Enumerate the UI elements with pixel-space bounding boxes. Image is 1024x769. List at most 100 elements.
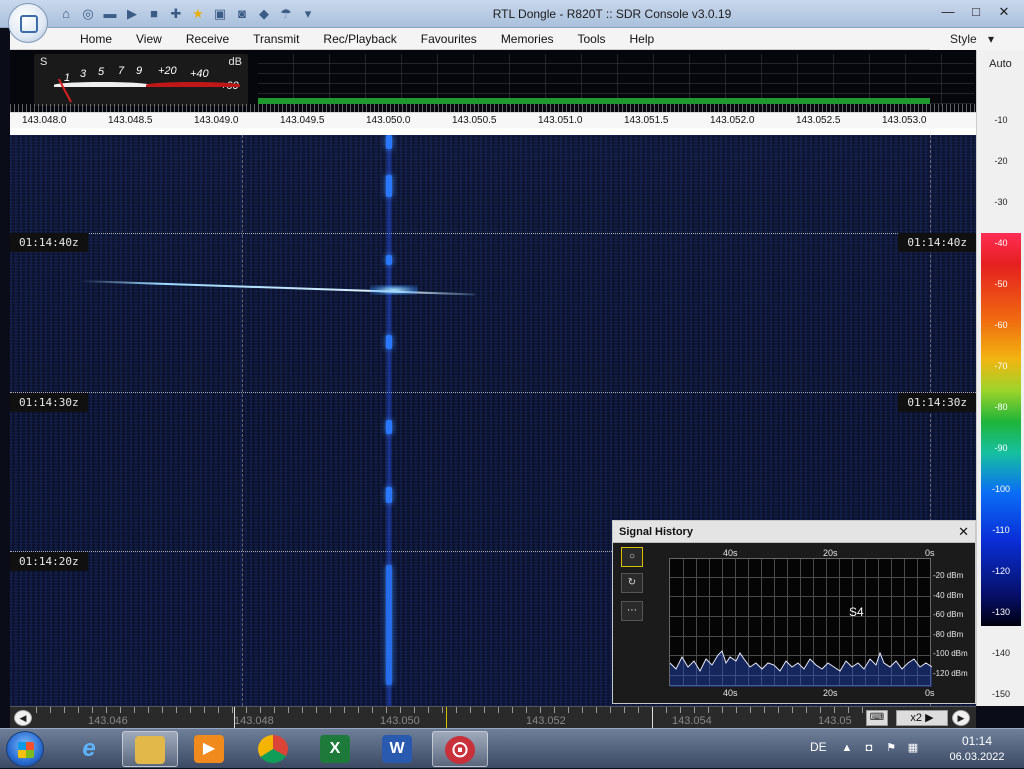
flag-icon[interactable]: ⚑	[884, 741, 898, 755]
tuner-label: 143.054	[672, 715, 712, 727]
app-logo-icon	[20, 15, 38, 33]
menu-help[interactable]: Help	[618, 28, 667, 49]
freq-tick: 143.051.0	[538, 115, 583, 126]
title-bar: ⌂ ◎ ▬ ▶ ■ ✚ ★ ▣ ◙ ◆ ☂ ▾ RTL Dongle - R82…	[0, 0, 1024, 43]
minimize-button[interactable]: —	[934, 2, 962, 22]
meter-panel: S dB 1 3 5 7 9 +20 +40 +60	[10, 50, 976, 112]
time-label-right: 01:14:30z	[898, 393, 976, 412]
taskbar: e ■ ▶ X W ⨀ DE ▲ ◘ ⚑ ▦ 01:14 06.03.2022	[0, 728, 1024, 768]
taskbar-sdr-console[interactable]: ⨀	[432, 731, 488, 767]
carrier-segment	[386, 135, 392, 149]
app-menu-button[interactable]	[8, 3, 48, 43]
keyboard-icon[interactable]: ⌨	[866, 710, 888, 726]
maximize-button[interactable]: □	[962, 2, 990, 22]
menu-memories[interactable]: Memories	[489, 28, 566, 49]
language-indicator[interactable]: DE	[810, 740, 827, 754]
refresh-icon[interactable]: ↻	[621, 573, 643, 593]
history-x-label: 0s	[925, 688, 935, 698]
taskbar-excel[interactable]: X	[308, 731, 364, 767]
record-icon[interactable]: ○	[621, 547, 643, 567]
more-icon[interactable]: ⋯	[621, 601, 643, 621]
taskbar-media-player[interactable]: ▶	[182, 731, 238, 767]
db-tick: -120	[991, 566, 1010, 576]
menu-rec-playback[interactable]: Rec/Playback	[311, 28, 408, 49]
db-tick: -100	[991, 484, 1010, 494]
tuner-label: 143.052	[526, 715, 566, 727]
scroll-left-button[interactable]: ◀	[14, 710, 32, 726]
close-icon[interactable]: ✕	[958, 524, 969, 540]
menu-home[interactable]: Home	[68, 28, 124, 49]
history-x-label: 20s	[823, 548, 838, 558]
waterfall-grid-line	[242, 135, 243, 706]
s-meter: S dB 1 3 5 7 9 +20 +40 +60	[34, 54, 248, 106]
s-meter-scale: 1 3 5 7 9 +20 +40 +60	[34, 62, 248, 92]
history-y-label: -80 dBm	[933, 630, 964, 639]
scroll-right-button[interactable]: ▶	[952, 710, 970, 726]
menu-bar: Home View Receive Transmit Rec/Playback …	[10, 28, 976, 50]
carrier-segment	[386, 255, 392, 265]
s-scale-5: 5	[98, 66, 105, 78]
db-tick: -50	[994, 279, 1008, 289]
carrier-segment	[386, 420, 392, 434]
tuner-strip[interactable]: ◀ 143.046 143.048 143.050 143.052 143.05…	[10, 706, 976, 729]
db-tick: -70	[994, 361, 1008, 371]
menu-transmit[interactable]: Transmit	[241, 28, 311, 49]
chrome-icon	[258, 735, 288, 763]
tuner-label: 143.048	[234, 715, 274, 727]
taskbar-ie[interactable]: e	[62, 731, 118, 767]
taskbar-explorer[interactable]: ■	[122, 731, 178, 767]
history-y-label: -100 dBm	[933, 649, 968, 658]
auto-scale-button[interactable]: Auto	[977, 58, 1024, 70]
carrier-segment	[386, 565, 392, 685]
panel-separator	[10, 128, 976, 135]
style-menu-button[interactable]: Style ▾	[930, 28, 1024, 50]
meteor-head	[370, 285, 418, 295]
time-label-left: 01:14:40z	[10, 233, 88, 252]
word-icon: W	[382, 735, 412, 763]
noise-floor-strip	[10, 104, 976, 112]
signal-history-panel: Signal History ✕ ○ ↻ ⋯ 40s 20s 0s S4 -20…	[612, 520, 976, 704]
style-label: Style	[950, 32, 977, 46]
taskbar-chrome[interactable]	[246, 731, 302, 767]
clock-date[interactable]: 06.03.2022	[940, 751, 1014, 763]
db-color-scale[interactable]: Auto -10 -20 -30 -40 -50 -60 -70 -80 -90…	[976, 50, 1024, 706]
freq-tick: 143.048.0	[22, 115, 67, 126]
freq-tick: 143.048.5	[108, 115, 153, 126]
menu-view[interactable]: View	[124, 28, 174, 49]
spectrum-display[interactable]	[258, 54, 974, 106]
taskbar-word[interactable]: W	[370, 731, 426, 767]
menu-receive[interactable]: Receive	[174, 28, 241, 49]
s-scale-plus20: +20	[158, 65, 177, 77]
network-icon[interactable]: ▦	[906, 741, 920, 755]
time-label-left: 01:14:20z	[10, 552, 88, 571]
s-scale-7: 7	[118, 65, 125, 77]
media-player-icon: ▶	[194, 735, 224, 763]
close-button[interactable]: ✕	[990, 2, 1018, 22]
frequency-axis[interactable]: 143.048.0 143.048.5 143.049.0 143.049.5 …	[10, 112, 976, 132]
usb-icon[interactable]: ◘	[862, 741, 876, 755]
db-tick: -110	[992, 525, 1010, 535]
window-controls: — □ ✕	[934, 2, 1018, 22]
db-tick: -10	[994, 115, 1008, 125]
s-scale-plus40: +40	[190, 68, 209, 80]
menu-tools[interactable]: Tools	[566, 28, 618, 49]
freq-tick: 143.050.5	[452, 115, 497, 126]
signal-history-plot	[669, 558, 932, 687]
freq-tick: 143.052.5	[796, 115, 841, 126]
history-y-label: -60 dBm	[933, 610, 964, 619]
menu-favourites[interactable]: Favourites	[409, 28, 489, 49]
s-scale-3: 3	[80, 68, 87, 80]
zoom-button[interactable]: x2 ▶	[896, 710, 948, 726]
tuner-marker	[652, 707, 653, 729]
db-tick: -30	[994, 197, 1008, 207]
freq-tick: 143.049.5	[280, 115, 325, 126]
tuner-ticks	[36, 707, 872, 713]
clock-time[interactable]: 01:14	[950, 734, 1004, 748]
db-tick: -20	[994, 156, 1008, 166]
start-button[interactable]	[6, 731, 44, 767]
db-tick: -90	[994, 443, 1008, 453]
signal-history-header[interactable]: Signal History ✕	[613, 521, 975, 543]
show-hidden-icons-icon[interactable]: ▲	[840, 741, 854, 755]
tuner-label: 143.050	[380, 715, 420, 727]
waterfall-time-line	[10, 233, 976, 234]
